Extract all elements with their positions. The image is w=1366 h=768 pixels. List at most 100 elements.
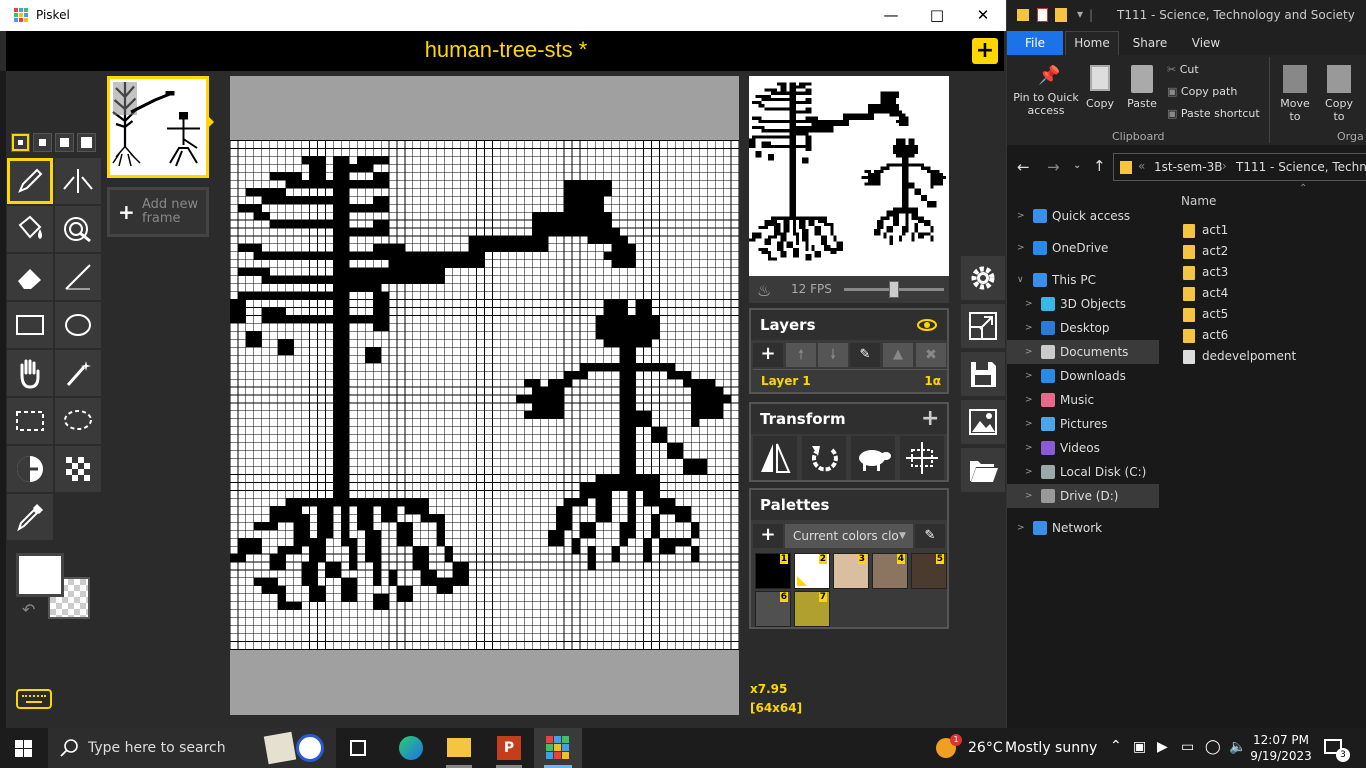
nav-item-drive-d[interactable]: > Drive (D:) xyxy=(1007,484,1159,508)
color-picker-tool[interactable] xyxy=(7,494,53,540)
weather-desc[interactable]: Mostly sunny xyxy=(1005,740,1097,756)
nav-item-documents[interactable]: > Documents xyxy=(1007,340,1159,364)
palette-swatch[interactable]: 5 xyxy=(911,553,947,589)
add-palette-button[interactable]: + xyxy=(753,524,783,548)
clock[interactable]: 12:07 PM 9/19/2023 xyxy=(1250,732,1312,764)
merge-layer-button[interactable]: ▲ xyxy=(883,343,913,367)
rectangle-tool[interactable] xyxy=(7,302,53,348)
tab-view[interactable]: View xyxy=(1181,31,1231,55)
vertical-mirror-pen-tool[interactable] xyxy=(55,158,101,204)
nav-item-quick-access[interactable]: > Quick access xyxy=(1007,204,1159,228)
delete-layer-button[interactable]: ✖ xyxy=(916,343,946,367)
piskel-taskbar-button[interactable] xyxy=(534,728,582,768)
rename-layer-button[interactable]: ✎ xyxy=(850,343,880,367)
expand-chevron-icon[interactable]: > xyxy=(1017,236,1025,260)
pen-size-4[interactable] xyxy=(77,133,96,152)
show-hidden-icons-chevron[interactable]: ⌃ xyxy=(1110,738,1122,754)
import-button[interactable] xyxy=(961,448,1005,492)
palette-select[interactable]: Current colors clo ▼ xyxy=(785,524,913,548)
add-layer-button[interactable]: + xyxy=(753,343,783,367)
edit-palette-button[interactable]: ✎ xyxy=(915,524,945,548)
nav-item-downloads[interactable]: > Downloads xyxy=(1007,364,1159,388)
tab-file[interactable]: File xyxy=(1007,31,1063,55)
copy-to-button[interactable]: Copy to xyxy=(1319,61,1359,125)
nav-item-pictures[interactable]: > Pictures xyxy=(1007,412,1159,436)
taskbar-search[interactable]: Type here to search xyxy=(48,728,336,768)
nav-item-local-disk-c[interactable]: > Local Disk (C:) xyxy=(1007,460,1159,484)
cut-button[interactable]: ✂ Cut xyxy=(1167,63,1199,79)
expand-chevron-icon[interactable]: > xyxy=(1025,316,1033,340)
palette-swatch[interactable]: 6 xyxy=(755,591,791,627)
palette-swatch[interactable]: 4 xyxy=(872,553,908,589)
expand-chevron-icon[interactable]: > xyxy=(1025,436,1033,460)
breadcrumb-item-1[interactable]: 1st-sem-3B xyxy=(1154,160,1222,174)
maximize-button[interactable]: □ xyxy=(914,0,960,31)
expand-chevron-icon[interactable]: ∨ xyxy=(1017,268,1024,292)
minimize-button[interactable]: — xyxy=(868,0,914,31)
meet-now-icon[interactable]: ▶ xyxy=(1157,739,1168,755)
nav-item-onedrive[interactable]: > OneDrive xyxy=(1007,236,1159,260)
rectangle-selection-tool[interactable] xyxy=(7,398,53,444)
battery-icon[interactable]: ▭ xyxy=(1181,739,1194,755)
circle-tool[interactable] xyxy=(55,302,101,348)
new-sprite-button[interactable]: + xyxy=(972,38,998,64)
nav-item-3d-objects[interactable]: >3D Objects xyxy=(1007,292,1159,316)
tab-home[interactable]: Home xyxy=(1065,31,1119,55)
move-layer-up-button[interactable]: 🠕 xyxy=(786,343,816,367)
pixel-canvas[interactable] xyxy=(230,140,739,650)
tray-icon-1[interactable]: ▣ xyxy=(1133,739,1146,755)
swap-colors-icon[interactable]: ↶ xyxy=(22,600,35,619)
paint-bucket-tool[interactable] xyxy=(7,206,53,252)
pen-size-3[interactable] xyxy=(55,133,74,152)
add-new-frame-button[interactable]: + Add new frame xyxy=(107,187,209,237)
task-view-icon[interactable] xyxy=(350,740,366,756)
lighten-tool[interactable] xyxy=(7,446,53,492)
move-layer-down-button[interactable]: 🠗 xyxy=(818,343,848,367)
palette-swatch[interactable]: 1 xyxy=(755,553,791,589)
windows-start-icon[interactable] xyxy=(15,740,32,757)
properties-icon[interactable] xyxy=(1037,8,1048,22)
expand-chevron-icon[interactable]: > xyxy=(1025,340,1033,364)
quick-access-dropdown-icon[interactable]: ▾ xyxy=(1077,7,1083,21)
center-button[interactable] xyxy=(900,436,944,480)
nav-item-videos[interactable]: > Videos xyxy=(1007,436,1159,460)
paint-same-color-tool[interactable] xyxy=(55,206,101,252)
eraser-tool[interactable] xyxy=(7,254,53,300)
expand-chevron-icon[interactable]: > xyxy=(1025,412,1033,436)
dithering-tool[interactable] xyxy=(55,446,101,492)
move-to-button[interactable]: Move to xyxy=(1275,61,1315,125)
expand-chevron-icon[interactable]: > xyxy=(1017,204,1025,228)
palette-swatch[interactable]: 7 xyxy=(794,591,830,627)
expand-chevron-icon[interactable]: > xyxy=(1025,460,1033,484)
move-tool[interactable] xyxy=(7,350,53,396)
export-button[interactable] xyxy=(961,400,1005,444)
transform-plus-icon[interactable]: + xyxy=(921,406,939,431)
expand-chevron-icon[interactable]: > xyxy=(1025,292,1033,316)
drawing-stage[interactable] xyxy=(230,76,739,715)
document-title[interactable]: human-tree-sts * xyxy=(6,37,1006,63)
save-button[interactable] xyxy=(961,352,1005,396)
copy-button[interactable]: Copy xyxy=(1083,61,1117,125)
tab-share[interactable]: Share xyxy=(1125,31,1175,55)
keyboard-shortcuts-icon[interactable] xyxy=(16,689,52,709)
forward-arrow-icon[interactable]: → xyxy=(1047,158,1060,176)
palette-swatch[interactable]: 3 xyxy=(833,553,869,589)
pen-tool[interactable] xyxy=(7,158,53,204)
weather-temp[interactable]: 26°C xyxy=(968,740,1003,756)
nav-item-network[interactable]: > Network xyxy=(1007,516,1159,540)
fps-slider-thumb[interactable] xyxy=(889,281,899,298)
expand-chevron-icon[interactable]: > xyxy=(1017,516,1025,540)
expand-chevron-icon[interactable]: > xyxy=(1025,388,1033,412)
nav-item-this-pc[interactable]: ∨ This PC xyxy=(1007,268,1159,292)
resize-button[interactable] xyxy=(961,304,1005,348)
column-header-name[interactable]: Name xyxy=(1181,194,1216,208)
lasso-selection-tool[interactable] xyxy=(55,398,101,444)
new-folder-icon[interactable] xyxy=(1055,8,1067,22)
powerpoint-icon[interactable]: P xyxy=(497,736,521,760)
stroke-tool[interactable] xyxy=(55,254,101,300)
frame-thumbnail-1[interactable] xyxy=(107,76,209,178)
edge-icon[interactable] xyxy=(399,736,423,760)
shape-selection-tool[interactable] xyxy=(55,350,101,396)
settings-button[interactable] xyxy=(961,256,1005,300)
pin-quick-access-button[interactable]: 📌 Pin to Quick access xyxy=(1009,61,1083,125)
